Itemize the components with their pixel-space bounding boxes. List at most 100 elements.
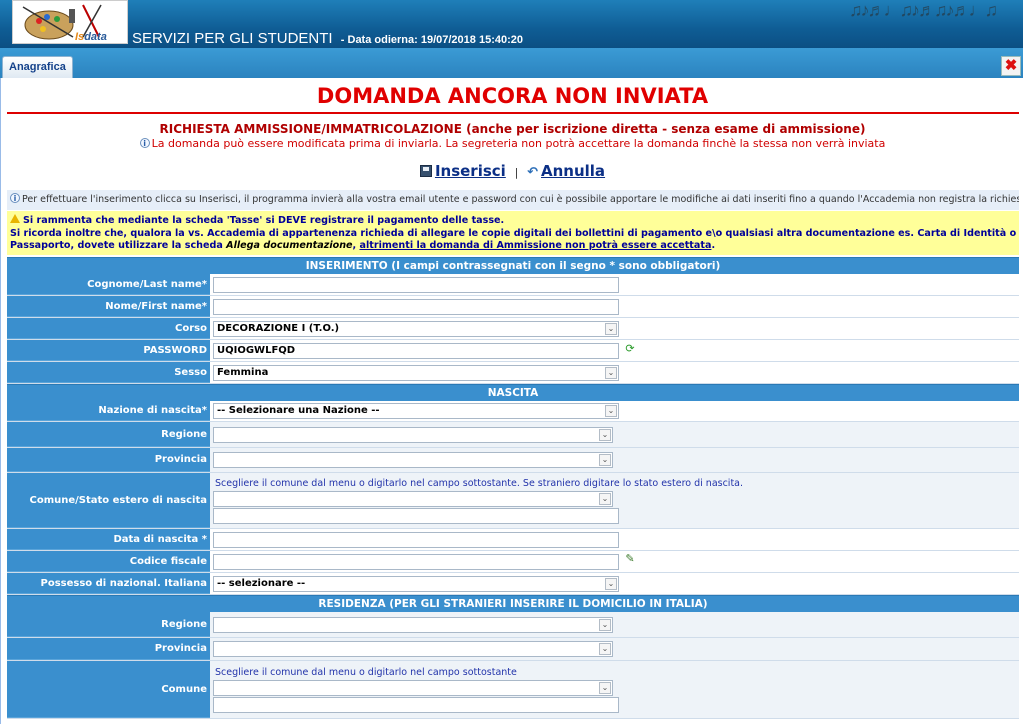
password-input[interactable]: UQIOGWLFQD: [213, 343, 619, 359]
registration-form: INSERIMENTO (I campi contrassegnati con …: [7, 257, 1019, 719]
provincia-residenza-cell: ⌄: [210, 638, 1019, 660]
row-sesso: Sesso Femmina ⌄: [7, 362, 1019, 384]
corso-select[interactable]: DECORAZIONE I (T.O.) ⌄: [213, 321, 619, 337]
nazionalita-cell: -- selezionare -- ⌄: [210, 573, 1019, 594]
request-subtitle: RICHIESTA AMMISSIONE/IMMATRICOLAZIONE (a…: [159, 122, 866, 136]
provincia-nascita-select[interactable]: ⌄: [213, 452, 613, 468]
sesso-cell: Femmina ⌄: [210, 362, 1019, 383]
chevron-down-icon: ⌄: [599, 643, 611, 655]
password-label: PASSWORD: [7, 340, 210, 361]
comune-nascita-input[interactable]: [213, 508, 619, 524]
warning-punct: ,: [352, 240, 360, 251]
app-header: Isdata SERVIZI PER GLI STUDENTI - Data o…: [0, 0, 1023, 48]
regione-residenza-select[interactable]: ⌄: [213, 617, 613, 633]
codice-fiscale-cell: ✎: [210, 551, 1019, 572]
app-title: SERVIZI PER GLI STUDENTI - Data odierna:…: [132, 30, 523, 47]
current-date: - Data odierna: 19/07/2018 15:40:20: [340, 34, 523, 46]
section-inserimento: INSERIMENTO (I campi contrassegnati con …: [7, 257, 1019, 274]
provincia-nascita-label: Provincia: [7, 448, 210, 472]
chevron-down-icon: ⌄: [599, 619, 611, 631]
info-bar: i Per effettuare l'inserimento clicca su …: [7, 190, 1019, 210]
request-note: i La domanda può essere modificata prima …: [1, 137, 1023, 150]
info-icon: i: [10, 193, 20, 203]
nazione-cell: -- Selezionare una Nazione -- ⌄: [210, 401, 1019, 421]
warning-underlined: altrimenti la domanda di Ammissione non …: [359, 240, 712, 251]
nome-cell: [210, 296, 1019, 317]
music-notes-decoration: ♫♪♬♩♫♪♬♫♪♬♩♫: [849, 0, 998, 20]
nome-input[interactable]: [213, 299, 619, 315]
form-actions: Inserisci | ↶ Annulla: [1, 162, 1023, 180]
row-data-nascita: Data di nascita *: [7, 529, 1019, 551]
corso-label: Corso: [7, 318, 210, 339]
annulla-link[interactable]: Annulla: [541, 162, 605, 180]
nome-label: Nome/First name*: [7, 296, 210, 317]
warning-line-1: Si rammenta che mediante la scheda 'Tass…: [23, 215, 505, 226]
action-separator: |: [514, 166, 519, 179]
comune-nascita-cell: Scegliere il comune dal menu o digitarlo…: [210, 473, 1019, 528]
section-nascita: NASCITA: [7, 384, 1019, 401]
row-provincia-residenza: Provincia ⌄: [7, 638, 1019, 661]
inserisci-link[interactable]: Inserisci: [435, 162, 506, 180]
close-icon[interactable]: ✖: [1001, 56, 1021, 76]
sesso-label: Sesso: [7, 362, 210, 383]
allega-documentazione-text: Allega documentazione: [226, 240, 353, 251]
nazione-select[interactable]: -- Selezionare una Nazione -- ⌄: [213, 403, 619, 419]
refresh-password-icon[interactable]: ⟳: [624, 343, 636, 355]
content-panel: DOMANDA ANCORA NON INVIATA RICHIESTA AMM…: [0, 78, 1023, 724]
chevron-down-icon: ⌄: [605, 405, 617, 417]
section-residenza: RESIDENZA (PER GLI STRANIERI INSERIRE IL…: [7, 595, 1019, 612]
corso-value: DECORAZIONE I (T.O.): [217, 323, 340, 334]
row-regione-nascita: Regione ⌄: [7, 422, 1019, 448]
nazionalita-value: -- selezionare --: [217, 578, 306, 589]
row-cognome: Cognome/Last name*: [7, 274, 1019, 296]
row-nazionalita: Possesso di nazional. Italiana -- selezi…: [7, 573, 1019, 595]
comune-residenza-select[interactable]: ⌄: [213, 680, 613, 696]
undo-icon: ↶: [527, 165, 538, 180]
row-nazione: Nazione di nascita* -- Selezionare una N…: [7, 401, 1019, 422]
regione-nascita-label: Regione: [7, 422, 210, 447]
cognome-cell: [210, 274, 1019, 295]
row-provincia-nascita: Provincia ⌄: [7, 448, 1019, 473]
app-title-text: SERVIZI PER GLI STUDENTI: [132, 30, 333, 47]
save-icon: [419, 165, 432, 177]
comune-residenza-hint: Scegliere il comune dal menu o digitarlo…: [215, 667, 517, 678]
provincia-residenza-label: Provincia: [7, 638, 210, 660]
nazionalita-select[interactable]: -- selezionare -- ⌄: [213, 576, 619, 592]
warning-icon: [10, 214, 20, 223]
row-regione-residenza: Regione ⌄: [7, 612, 1019, 638]
comune-nascita-label: Comune/Stato estero di nascita: [7, 473, 210, 528]
status-title: DOMANDA ANCORA NON INVIATA: [316, 84, 709, 108]
calculate-fiscal-code-icon[interactable]: ✎: [624, 553, 636, 565]
regione-nascita-select[interactable]: ⌄: [213, 427, 613, 443]
sesso-select[interactable]: Femmina ⌄: [213, 365, 619, 381]
chevron-down-icon: ⌄: [605, 367, 617, 379]
nazione-label: Nazione di nascita*: [7, 401, 210, 421]
cognome-input[interactable]: [213, 277, 619, 293]
logo-text-is: Is: [75, 31, 85, 43]
comune-residenza-label: Comune: [7, 661, 210, 718]
codice-fiscale-label: Codice fiscale: [7, 551, 210, 572]
chevron-down-icon: ⌄: [599, 493, 611, 505]
data-nascita-input[interactable]: [213, 532, 619, 548]
warning-end: .: [711, 240, 716, 251]
chevron-down-icon: ⌄: [605, 323, 617, 335]
regione-nascita-cell: ⌄: [210, 422, 1019, 447]
title-divider: [7, 112, 1019, 114]
row-password: PASSWORD UQIOGWLFQD ⟳: [7, 340, 1019, 362]
chevron-down-icon: ⌄: [605, 578, 617, 590]
tab-bar: Anagrafica ✖: [0, 48, 1023, 78]
comune-nascita-select[interactable]: ⌄: [213, 491, 613, 507]
password-cell: UQIOGWLFQD ⟳: [210, 340, 1019, 361]
warning-box: Si rammenta che mediante la scheda 'Tass…: [7, 211, 1019, 255]
corso-cell: DECORAZIONE I (T.O.) ⌄: [210, 318, 1019, 339]
codice-fiscale-input[interactable]: [213, 554, 619, 570]
chevron-down-icon: ⌄: [599, 682, 611, 694]
info-icon: i: [139, 138, 150, 148]
tab-anagrafica[interactable]: Anagrafica: [2, 56, 73, 78]
sesso-value: Femmina: [217, 367, 269, 378]
request-note-text: La domanda può essere modificata prima d…: [151, 137, 886, 150]
nazionalita-label: Possesso di nazional. Italiana: [7, 573, 210, 594]
comune-residenza-input[interactable]: [213, 697, 619, 713]
isidata-logo: Isdata: [12, 0, 128, 44]
provincia-residenza-select[interactable]: ⌄: [213, 641, 613, 657]
